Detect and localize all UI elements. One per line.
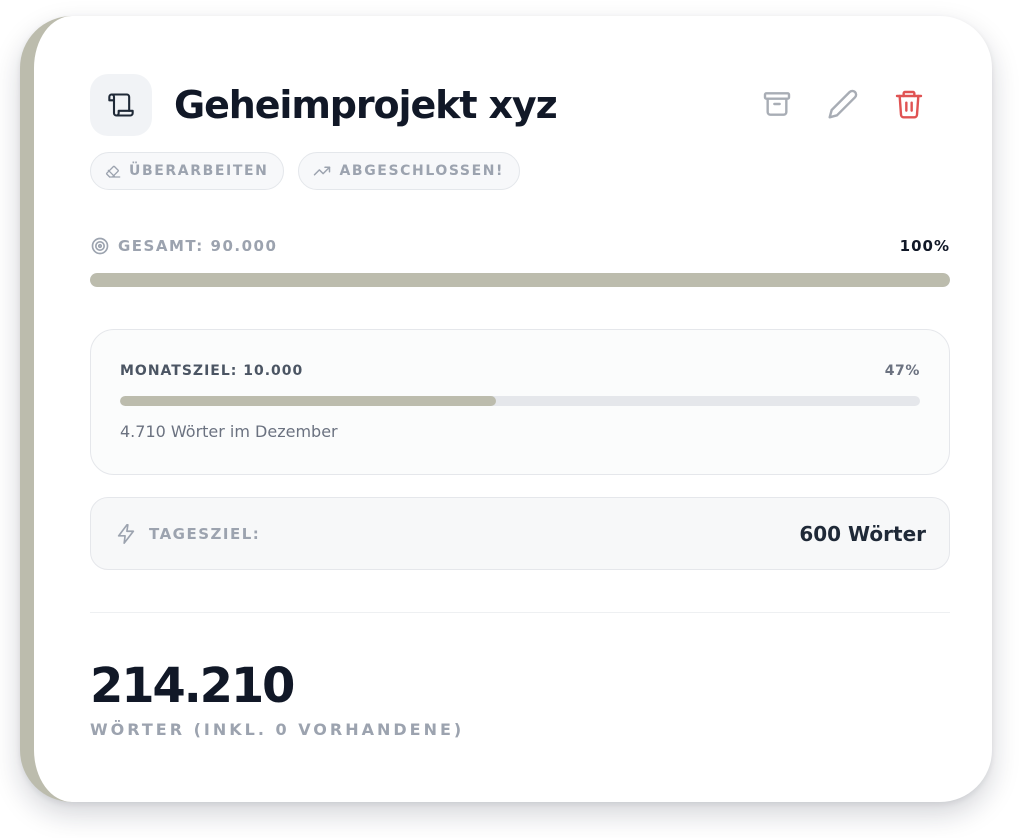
daily-goal-panel: TAGESZIEL: 600 Wörter (90, 497, 950, 570)
monthly-goal-label: MONATSZIEL: 10.000 (120, 363, 304, 379)
section-divider (90, 612, 950, 613)
delete-button[interactable] (886, 84, 932, 124)
total-progress-bar (90, 273, 950, 287)
monthly-progress-bar (120, 396, 920, 406)
edit-button[interactable] (820, 84, 866, 124)
total-goal-row: GESAMT: 90.000 100% (90, 234, 950, 258)
monthly-goal-percent: 47% (884, 363, 920, 379)
total-progress-fill (90, 273, 950, 287)
total-word-count: 214.210 (90, 658, 295, 714)
total-goal-label: GESAMT: 90.000 (118, 237, 278, 255)
lightning-icon (115, 523, 137, 545)
trending-up-icon (313, 162, 331, 180)
monthly-goal-panel: MONATSZIEL: 10.000 47% 4.710 Wörter im D… (90, 329, 950, 475)
daily-goal-label-group: TAGESZIEL: (115, 523, 260, 545)
monthly-goal-row: MONATSZIEL: 10.000 47% (120, 361, 920, 381)
status-chips: ÜBERARBEITEN ABGESCHLOSSEN! (90, 152, 521, 190)
revise-chip[interactable]: ÜBERARBEITEN (90, 152, 285, 190)
trash-icon (893, 88, 925, 120)
word-count-caption: WÖRTER (INKL. 0 VORHANDENE) (90, 720, 465, 739)
project-card: Geheimprojekt xyz ÜBERARBEITEN ABGESCHLO… (20, 16, 992, 802)
archive-button[interactable] (754, 84, 800, 124)
revise-chip-label: ÜBERARBEITEN (129, 163, 269, 179)
target-icon (90, 236, 110, 256)
project-icon-tile (90, 74, 152, 136)
completed-chip[interactable]: ABGESCHLOSSEN! (298, 152, 521, 190)
pencil-icon (827, 88, 859, 120)
daily-goal-value: 600 Wörter (799, 521, 926, 546)
eraser-icon (105, 163, 121, 179)
total-goal-percent: 100% (899, 237, 950, 255)
project-title: Geheimprojekt xyz (174, 83, 558, 127)
project-actions (754, 84, 932, 124)
monthly-progress-fill (120, 396, 496, 406)
monthly-word-summary: 4.710 Wörter im Dezember (120, 422, 338, 441)
daily-goal-label: TAGESZIEL: (149, 524, 261, 543)
completed-chip-label: ABGESCHLOSSEN! (339, 163, 505, 179)
archive-icon (761, 88, 793, 120)
total-goal-label-group: GESAMT: 90.000 (90, 236, 277, 256)
scroll-icon (107, 91, 135, 119)
